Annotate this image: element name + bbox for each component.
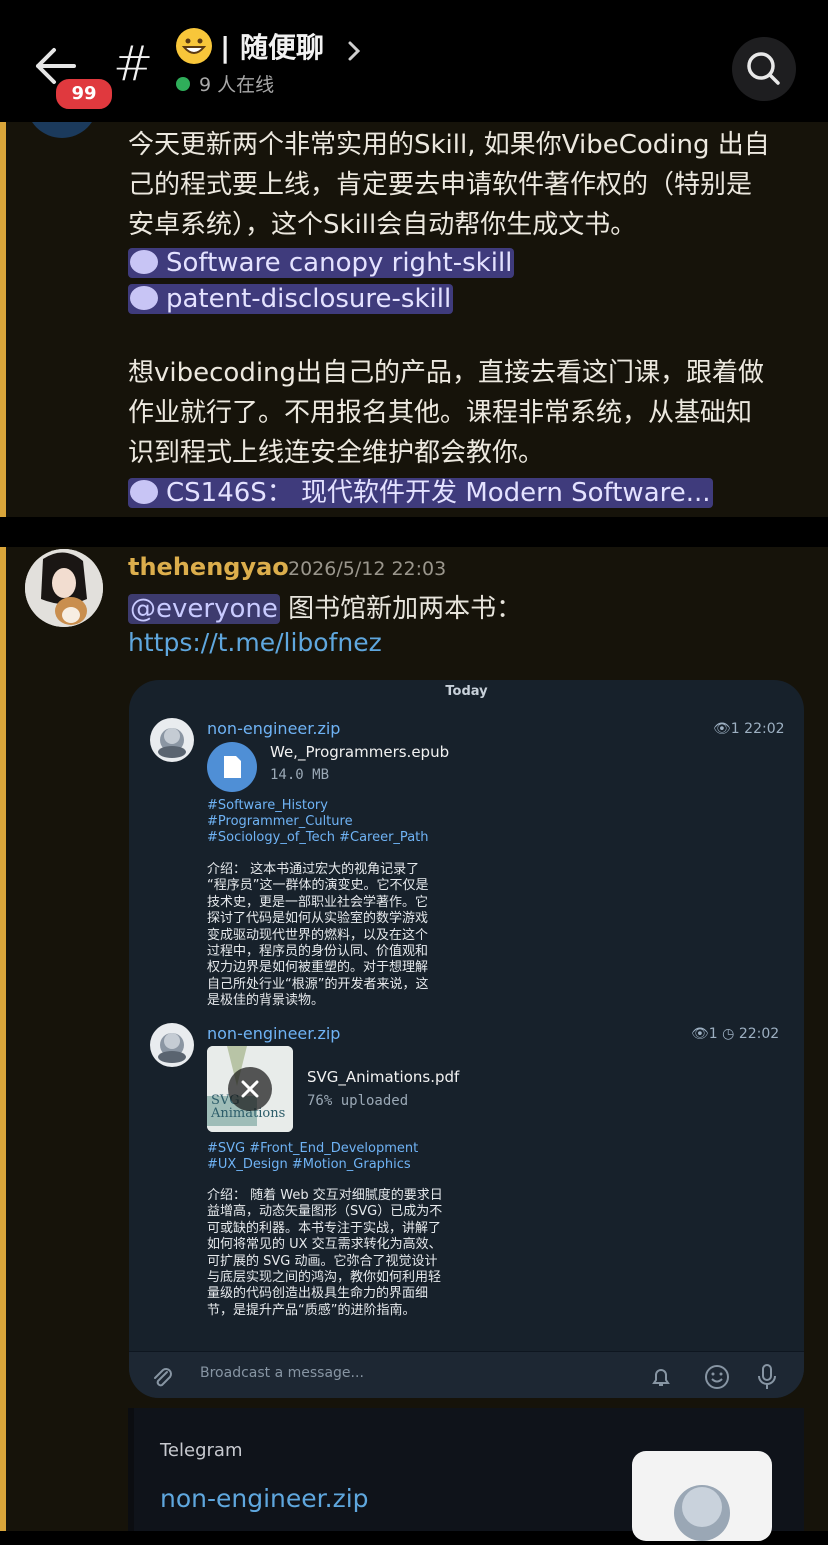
message-panel: 今天更新两个非常实用的Skill, 如果你VibeCoding 出自 己的程式要… xyxy=(0,102,828,517)
broadcast-input[interactable]: Broadcast a message... xyxy=(200,1365,364,1381)
file-icon[interactable] xyxy=(207,742,257,792)
file-thumbnail[interactable]: SVG Animations xyxy=(207,1046,293,1132)
upload-progress: 76% uploaded xyxy=(307,1093,409,1109)
close-icon xyxy=(241,1080,259,1098)
hashtag-line[interactable]: #Sociology_of_Tech #Career_Path xyxy=(207,830,429,846)
date-separator: Today xyxy=(445,684,488,699)
file-name: We,_Programmers.epub xyxy=(270,743,450,761)
search-button[interactable] xyxy=(732,37,796,101)
hashtag-line[interactable]: #UX_Design #Motion_Graphics xyxy=(207,1157,411,1173)
channel-title[interactable]: | 随便聊 xyxy=(220,26,324,66)
attached-screenshot[interactable]: Today non-engineer.zip 👁1 22:02 We,_Prog… xyxy=(129,680,804,1398)
channel-hash-icon: # xyxy=(113,36,154,92)
post-sender: non-engineer.zip xyxy=(207,719,341,738)
post-meta: 👁1 ◷ 22:02 xyxy=(691,1026,780,1042)
message-line: 己的程式要上线，肯定要去申请软件著作权的（特别是 xyxy=(128,170,753,200)
message-timestamp: 2026/5/12 22:03 xyxy=(288,558,447,580)
microphone-icon[interactable] xyxy=(755,1362,779,1392)
link-preview-card[interactable]: Telegram non-engineer.zip xyxy=(128,1408,804,1541)
search-icon xyxy=(747,52,780,85)
telegram-link[interactable]: https://t.me/libofnez xyxy=(128,628,382,657)
thread-link-cs146s[interactable]: CS146S： 现代软件开发 Modern Software... xyxy=(128,474,713,513)
preview-title-link[interactable]: non-engineer.zip xyxy=(160,1484,369,1513)
eye-icon: 👁 xyxy=(713,721,731,737)
post-intro: 介绍： 随着 Web 交互对细腻度的要求日 益增高，动态矢量图形（SVG）已成为不… xyxy=(207,1188,443,1318)
hashtag-line[interactable]: #Programmer_Culture xyxy=(207,814,353,830)
file-size: 14.0 MB xyxy=(270,767,330,783)
clock-icon: ◷ xyxy=(717,1026,739,1042)
message-line: 今天更新两个非常实用的Skill, 如果你VibeCoding 出自 xyxy=(128,130,770,160)
hashtag-line[interactable]: #Software_History xyxy=(207,798,328,814)
mention-highlight-bar xyxy=(0,547,6,1531)
post-meta: 👁1 22:02 xyxy=(713,721,785,737)
message-input-bar: Broadcast a message... xyxy=(129,1351,804,1398)
file-name: SVG_Animations.pdf xyxy=(307,1068,460,1086)
thread-link-software-copyright[interactable]: Software canopy right-skill xyxy=(128,244,515,283)
grinning-emoji-icon xyxy=(176,28,212,64)
message-line: 安卓系统），这个Skill会自动帮你生成文书。 xyxy=(128,210,637,240)
message-line: 作业就行了。不用报名其他。课程非常系统，从基础知 xyxy=(128,398,753,428)
unread-badge: 99 xyxy=(54,77,114,111)
message-text: @everyone 图书馆新加两本书： xyxy=(128,588,522,625)
hashtag-line[interactable]: #SVG #Front_End_Development xyxy=(207,1141,418,1157)
post-intro: 介绍： 这本书通过宏大的视角记录了 “程序员”这一群体的演变史。它不仅是 技术史，更… xyxy=(207,862,429,1009)
thread-bubble-icon xyxy=(130,286,158,310)
emoji-icon[interactable] xyxy=(703,1363,731,1391)
thread-bubble-icon xyxy=(130,480,158,504)
channel-header: 99 # | 随便聊 9 人在线 xyxy=(0,0,828,122)
channel-avatar xyxy=(150,718,194,762)
eye-icon: 👁 xyxy=(691,1026,709,1042)
online-status-dot xyxy=(176,77,190,91)
thread-bubble-icon xyxy=(130,250,158,274)
username[interactable]: thehengyao xyxy=(128,553,289,581)
everyone-mention[interactable]: @everyone xyxy=(128,594,280,624)
cancel-upload-button[interactable] xyxy=(228,1067,272,1111)
online-count: 9 人在线 xyxy=(199,74,275,96)
post-sender: non-engineer.zip xyxy=(207,1024,341,1043)
message-body: 图书馆新加两本书： xyxy=(279,594,523,624)
message-line: 识到程式上线连安全维护都会教你。 xyxy=(128,438,545,468)
thread-link-patent-disclosure[interactable]: patent-disclosure-skill xyxy=(128,280,454,319)
mention-highlight-bar xyxy=(0,122,6,517)
message-line: 想vibecoding出自己的产品，直接去看这门课，跟着做 xyxy=(128,358,765,388)
preview-site-name: Telegram xyxy=(160,1440,243,1461)
chevron-right-icon[interactable] xyxy=(345,38,363,64)
channel-avatar xyxy=(150,1023,194,1067)
bell-icon[interactable] xyxy=(648,1364,674,1390)
preview-thumbnail[interactable] xyxy=(632,1451,772,1541)
embed-accent-bar xyxy=(128,1408,134,1531)
paperclip-icon[interactable] xyxy=(149,1364,175,1390)
avatar[interactable] xyxy=(25,549,103,627)
